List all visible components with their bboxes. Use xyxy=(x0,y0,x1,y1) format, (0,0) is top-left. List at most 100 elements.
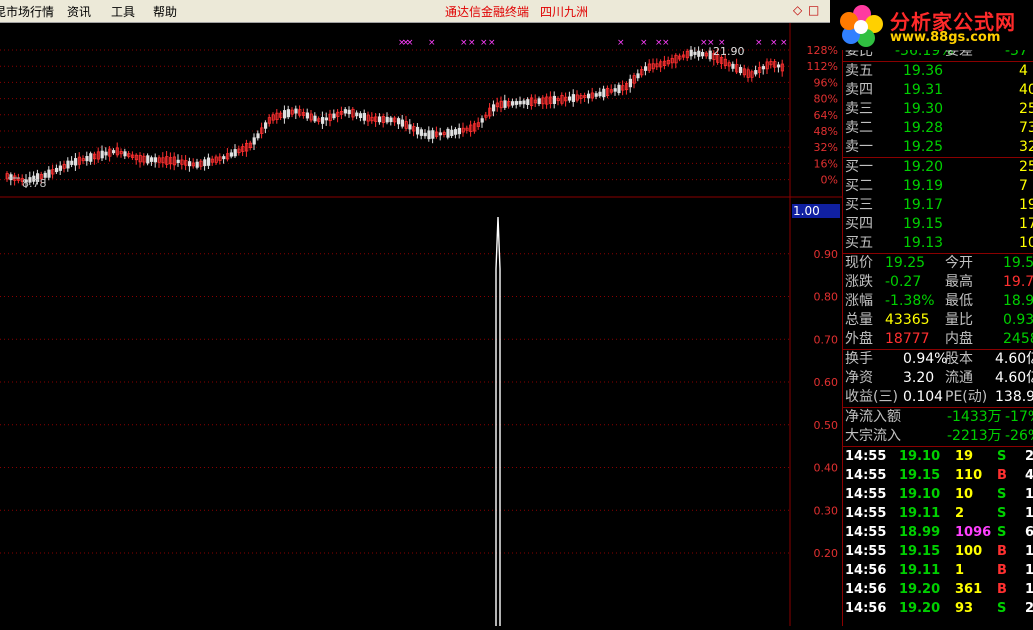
price-candle xyxy=(708,50,712,60)
signal-marker: × xyxy=(460,38,468,48)
stat-label: 现价 xyxy=(845,255,873,271)
price-candle xyxy=(149,157,154,162)
chart-area[interactable]: × × × × × × × × × × × × × × × × × × 128% 112% 96% 80% 64% 48% 3… xyxy=(0,23,842,626)
signal-marker: × xyxy=(755,38,763,48)
bid-label: 买一 xyxy=(845,159,873,175)
info-value: 4.60亿 xyxy=(995,351,1033,367)
tick-time: 14:55 xyxy=(845,506,887,521)
ask-price: 19.25 xyxy=(903,139,944,155)
ask-label: 卖五 xyxy=(845,63,873,79)
price-candle xyxy=(400,119,405,127)
tick-row: 14:55 19.10 19 S 2 xyxy=(843,447,1033,466)
menu-help[interactable]: 帮助 xyxy=(153,3,177,20)
stat-value: 18777 xyxy=(885,331,930,347)
price-candle xyxy=(408,124,412,130)
price-candle xyxy=(587,93,591,99)
price-candle xyxy=(754,70,758,75)
price-candle xyxy=(187,161,192,167)
tick-volume: 93 xyxy=(955,601,974,616)
stat-value: 43365 xyxy=(885,312,930,328)
price-candle xyxy=(377,116,382,123)
tick-price: 19.15 xyxy=(899,468,941,483)
flow-row: 净流入额 -1433万-17% xyxy=(843,408,1033,427)
stat-value: 19.50 xyxy=(1003,255,1033,271)
ask-volume: 4 xyxy=(1019,63,1028,79)
bid-price: 19.19 xyxy=(903,178,944,194)
stat-row: 现价 19.25 今开 19.50 xyxy=(843,254,1033,273)
menu-news[interactable]: 资讯 xyxy=(67,3,91,20)
bid-row: 买五 19.13 100 xyxy=(843,234,1033,253)
ask-label: 卖四 xyxy=(845,82,873,98)
ask-price: 19.28 xyxy=(903,120,944,136)
tick-row: 14:56 19.11 1 B 1 xyxy=(843,561,1033,580)
tick-side: B xyxy=(997,468,1007,483)
tick-time: 14:55 xyxy=(845,468,887,483)
price-axis-label: 0% xyxy=(821,174,838,187)
logo-url: www.88gs.com xyxy=(890,30,1001,45)
indicator-axis: 0.90 0.80 0.70 0.60 0.50 0.40 0.30 0.20 xyxy=(814,248,839,560)
price-candle xyxy=(305,112,310,119)
price-candle xyxy=(252,137,256,145)
tick-row: 14:55 19.15 100 B 1 xyxy=(843,542,1033,561)
tick-price: 18.99 xyxy=(899,525,941,540)
price-candle xyxy=(594,93,598,97)
tick-count: 4 xyxy=(1025,466,1033,485)
tick-count: 1 xyxy=(1025,542,1033,561)
chart-canvas[interactable]: ××× × × × × × × × × × × × × × × × 128%112%96%80%64%48%3… xyxy=(0,23,842,626)
tick-side: B xyxy=(997,582,1007,597)
ask-volume: 320 xyxy=(1019,139,1033,155)
signal-marker: × xyxy=(617,38,625,48)
signal-marker: × xyxy=(640,38,648,48)
window-restore-icon[interactable]: ◇ xyxy=(793,3,802,17)
bid-row: 买一 19.20 25 xyxy=(843,158,1033,177)
price-candle xyxy=(510,101,515,106)
menu-tools[interactable]: 工具 xyxy=(111,3,135,20)
price-candle xyxy=(457,127,462,135)
bid-volume: 177 xyxy=(1019,216,1033,232)
price-candle xyxy=(701,52,705,57)
tick-time: 14:55 xyxy=(845,449,887,464)
tick-row: 14:55 19.11 2 S 1 xyxy=(843,504,1033,523)
tick-side: S xyxy=(997,487,1007,502)
ask-row: 卖一 19.25 320 xyxy=(843,138,1033,157)
signal-marker: × xyxy=(488,38,496,48)
price-candle xyxy=(602,88,606,98)
price-candle xyxy=(739,67,743,74)
bid-price: 19.15 xyxy=(903,216,944,232)
price-candle xyxy=(446,128,450,138)
bid-row: 买四 19.15 177 xyxy=(843,215,1033,234)
flow-value: -1433万 xyxy=(947,409,1002,425)
tick-volume: 2 xyxy=(955,506,965,521)
tick-time: 14:56 xyxy=(845,563,887,578)
indicator-grid xyxy=(0,253,790,554)
price-candle xyxy=(362,112,367,121)
price-candle xyxy=(100,150,104,159)
indicator-line xyxy=(495,216,501,626)
tick-side: S xyxy=(997,525,1007,540)
indicator-axis-label: 0.90 xyxy=(814,248,839,261)
menu-market[interactable]: 昆市场行情 xyxy=(0,3,54,20)
info-value: 0.94% xyxy=(903,351,948,367)
price-candle xyxy=(693,51,697,55)
stock-name: 四川九洲 xyxy=(540,5,589,19)
tick-count: 2 xyxy=(1025,599,1033,618)
price-high-label: 21.90 xyxy=(713,45,745,58)
stat-label: 量比 xyxy=(945,312,973,328)
ratio-row: 委比 -36.19% 委差 -37 xyxy=(843,50,1033,61)
price-axis-label: 128% xyxy=(807,44,838,57)
price-axis-label: 64% xyxy=(814,109,838,122)
price-candle xyxy=(761,66,766,70)
price-candle xyxy=(343,109,348,114)
window-maximize-icon[interactable]: □ xyxy=(808,3,819,17)
price-candle xyxy=(427,130,431,140)
bid-row: 买二 19.19 7 xyxy=(843,177,1033,196)
price-candle xyxy=(294,108,298,114)
stat-label: 最高 xyxy=(945,274,973,290)
tick-price: 19.20 xyxy=(899,582,941,597)
info-label: 收益(三) xyxy=(845,389,898,405)
bid-price: 19.17 xyxy=(903,197,944,213)
price-candle xyxy=(491,104,496,112)
price-candle xyxy=(233,149,237,157)
ask-volume: 255 xyxy=(1019,101,1033,117)
indicator-axis-label: 0.30 xyxy=(814,504,839,517)
